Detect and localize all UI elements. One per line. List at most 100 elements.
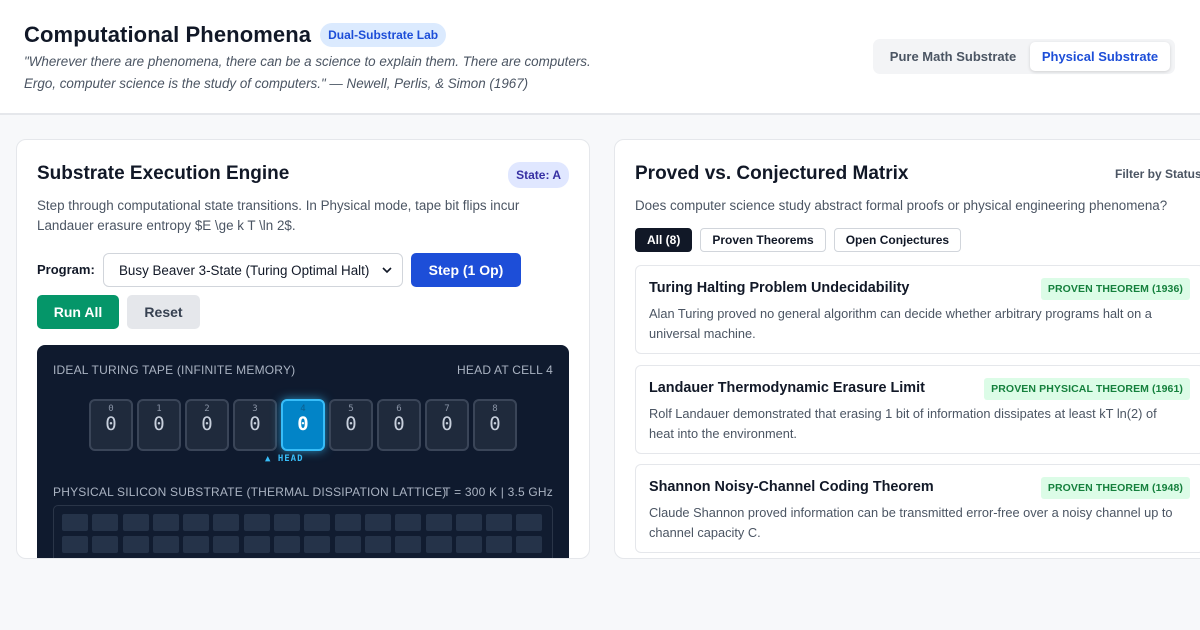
status-filter-chips: All (8) Proven Theorems Open Conjectures xyxy=(635,228,969,252)
head-marker: ▲ HEAD xyxy=(265,454,304,464)
lattice-cell xyxy=(395,514,422,531)
state-badge: State: A xyxy=(508,162,569,188)
program-select[interactable]: Busy Beaver 3-State (Turing Optimal Halt… xyxy=(103,253,403,287)
lattice-cell xyxy=(304,536,331,553)
lattice-cell xyxy=(62,558,88,559)
lattice-cell xyxy=(152,514,179,531)
tape-cell[interactable]: 50 xyxy=(329,399,373,451)
lattice-cell xyxy=(516,558,542,559)
lattice-cell xyxy=(183,558,209,559)
tape-cell[interactable]: 30 xyxy=(233,399,277,451)
matrix-title: Proved vs. Conjectured Matrix xyxy=(635,163,909,184)
chevron-down-icon xyxy=(382,267,392,274)
chip-all[interactable]: All (8) xyxy=(635,228,693,252)
theorem-card[interactable]: Turing Halting Problem Undecidability PR… xyxy=(635,265,1200,354)
program-select-value: Busy Beaver 3-State (Turing Optimal Halt… xyxy=(119,262,370,278)
status-badge: PROVEN PHYSICAL THEOREM (1961) xyxy=(984,378,1190,400)
lattice-cell xyxy=(92,514,119,531)
lattice-label: PHYSICAL SILICON SUBSTRATE (THERMAL DISS… xyxy=(53,485,447,499)
lattice-cell xyxy=(183,514,210,531)
lattice-cell xyxy=(274,514,301,531)
chip-open-conjectures[interactable]: Open Conjectures xyxy=(833,228,962,252)
lattice-cell xyxy=(455,514,482,531)
lattice-cell xyxy=(516,536,543,553)
theorem-description: Claude Shannon proved information can be… xyxy=(649,505,1173,540)
thermal-lattice xyxy=(53,505,553,559)
matrix-card: Proved vs. Conjectured Matrix Filter by … xyxy=(614,139,1200,559)
lattice-cell xyxy=(122,536,149,553)
lattice-cell xyxy=(244,558,270,559)
lattice-cell xyxy=(243,514,270,531)
lattice-cell xyxy=(486,558,512,559)
lattice-cell xyxy=(152,536,179,553)
theorem-description: Rolf Landauer demonstrated that erasing … xyxy=(649,406,1157,441)
lattice-cell xyxy=(486,536,513,553)
lattice-cell xyxy=(486,514,513,531)
run-all-button[interactable]: Run All xyxy=(37,295,119,329)
execution-engine-card: Substrate Execution Engine State: A Step… xyxy=(16,139,590,559)
lattice-cell xyxy=(334,536,361,553)
lattice-cell xyxy=(122,514,149,531)
theorem-title: Shannon Noisy-Channel Coding Theorem xyxy=(649,479,934,495)
tape-cell[interactable]: 80 xyxy=(473,399,517,451)
tape-cell[interactable]: 00 xyxy=(89,399,133,451)
lattice-cell xyxy=(213,514,240,531)
lattice-cell xyxy=(62,514,88,531)
engine-description: Step through computational state transit… xyxy=(37,198,520,233)
lattice-cell xyxy=(425,536,452,553)
lattice-cell xyxy=(456,558,482,559)
theorem-title: Landauer Thermodynamic Erasure Limit xyxy=(649,380,925,396)
tape-visualizer: IDEAL TURING TAPE (INFINITE MEMORY) HEAD… xyxy=(37,345,569,559)
tape-cell[interactable]: 70 xyxy=(425,399,469,451)
title-row: Computational Phenomena Dual-Substrate L… xyxy=(24,22,447,48)
lattice-cell xyxy=(213,536,240,553)
lattice-cell xyxy=(153,558,179,559)
lattice-cell xyxy=(395,536,422,553)
status-badge: PROVEN THEOREM (1936) xyxy=(1040,278,1190,300)
lattice-cell xyxy=(243,536,270,553)
app-header: Computational Phenomena Dual-Substrate L… xyxy=(0,0,1200,115)
header-quote: "Wherever there are phenomena, there can… xyxy=(24,54,591,91)
lattice-cell xyxy=(92,558,118,559)
lattice-cell xyxy=(455,536,482,553)
lab-badge: Dual-Substrate Lab xyxy=(320,23,447,47)
lattice-cell xyxy=(425,514,452,531)
theorem-card[interactable]: Shannon Noisy-Channel Coding Theorem PRO… xyxy=(635,464,1200,553)
lattice-cell xyxy=(334,514,361,531)
chip-proven-theorems[interactable]: Proven Theorems xyxy=(700,228,826,252)
lattice-cell xyxy=(364,536,391,553)
pure-math-substrate-button[interactable]: Pure Math Substrate xyxy=(876,42,1030,71)
lattice-cell xyxy=(365,558,391,559)
tape-cell-active[interactable]: 40 xyxy=(281,399,325,451)
theorem-card[interactable]: Landauer Thermodynamic Erasure Limit PRO… xyxy=(635,365,1200,454)
theorem-description: Alan Turing proved no general algorithm … xyxy=(649,306,1152,341)
head-position-label: HEAD AT CELL 4 xyxy=(457,363,553,377)
turing-tape: 00 10 20 30 40 50 60 70 80 xyxy=(89,399,521,451)
tape-cell[interactable]: 20 xyxy=(185,399,229,451)
lattice-cell xyxy=(364,514,391,531)
lattice-cell xyxy=(395,558,421,559)
lattice-cell xyxy=(123,558,149,559)
tape-cell[interactable]: 10 xyxy=(137,399,181,451)
lattice-cell xyxy=(304,514,331,531)
filter-label[interactable]: Filter by Status xyxy=(1115,167,1200,181)
lattice-cell xyxy=(213,558,239,559)
tape-label: IDEAL TURING TAPE (INFINITE MEMORY) xyxy=(53,363,296,377)
lattice-cell xyxy=(183,536,210,553)
engine-title: Substrate Execution Engine xyxy=(37,163,290,184)
substrate-toggle: Pure Math Substrate Physical Substrate xyxy=(873,39,1175,74)
lattice-cell xyxy=(274,536,301,553)
page-title: Computational Phenomena xyxy=(24,22,312,47)
physical-substrate-button[interactable]: Physical Substrate xyxy=(1030,42,1170,71)
lattice-params: T = 300 K | 3.5 GHz xyxy=(443,485,553,499)
step-button[interactable]: Step (1 Op) xyxy=(411,253,521,287)
tape-cell[interactable]: 60 xyxy=(377,399,421,451)
lattice-cell xyxy=(516,514,543,531)
status-badge: PROVEN THEOREM (1948) xyxy=(1040,477,1190,499)
lattice-cell xyxy=(304,558,330,559)
lattice-cell xyxy=(274,558,300,559)
lattice-cell xyxy=(62,536,88,553)
reset-button[interactable]: Reset xyxy=(127,295,200,329)
matrix-subtitle: Does computer science study abstract for… xyxy=(635,198,1168,213)
lattice-cell xyxy=(92,536,119,553)
